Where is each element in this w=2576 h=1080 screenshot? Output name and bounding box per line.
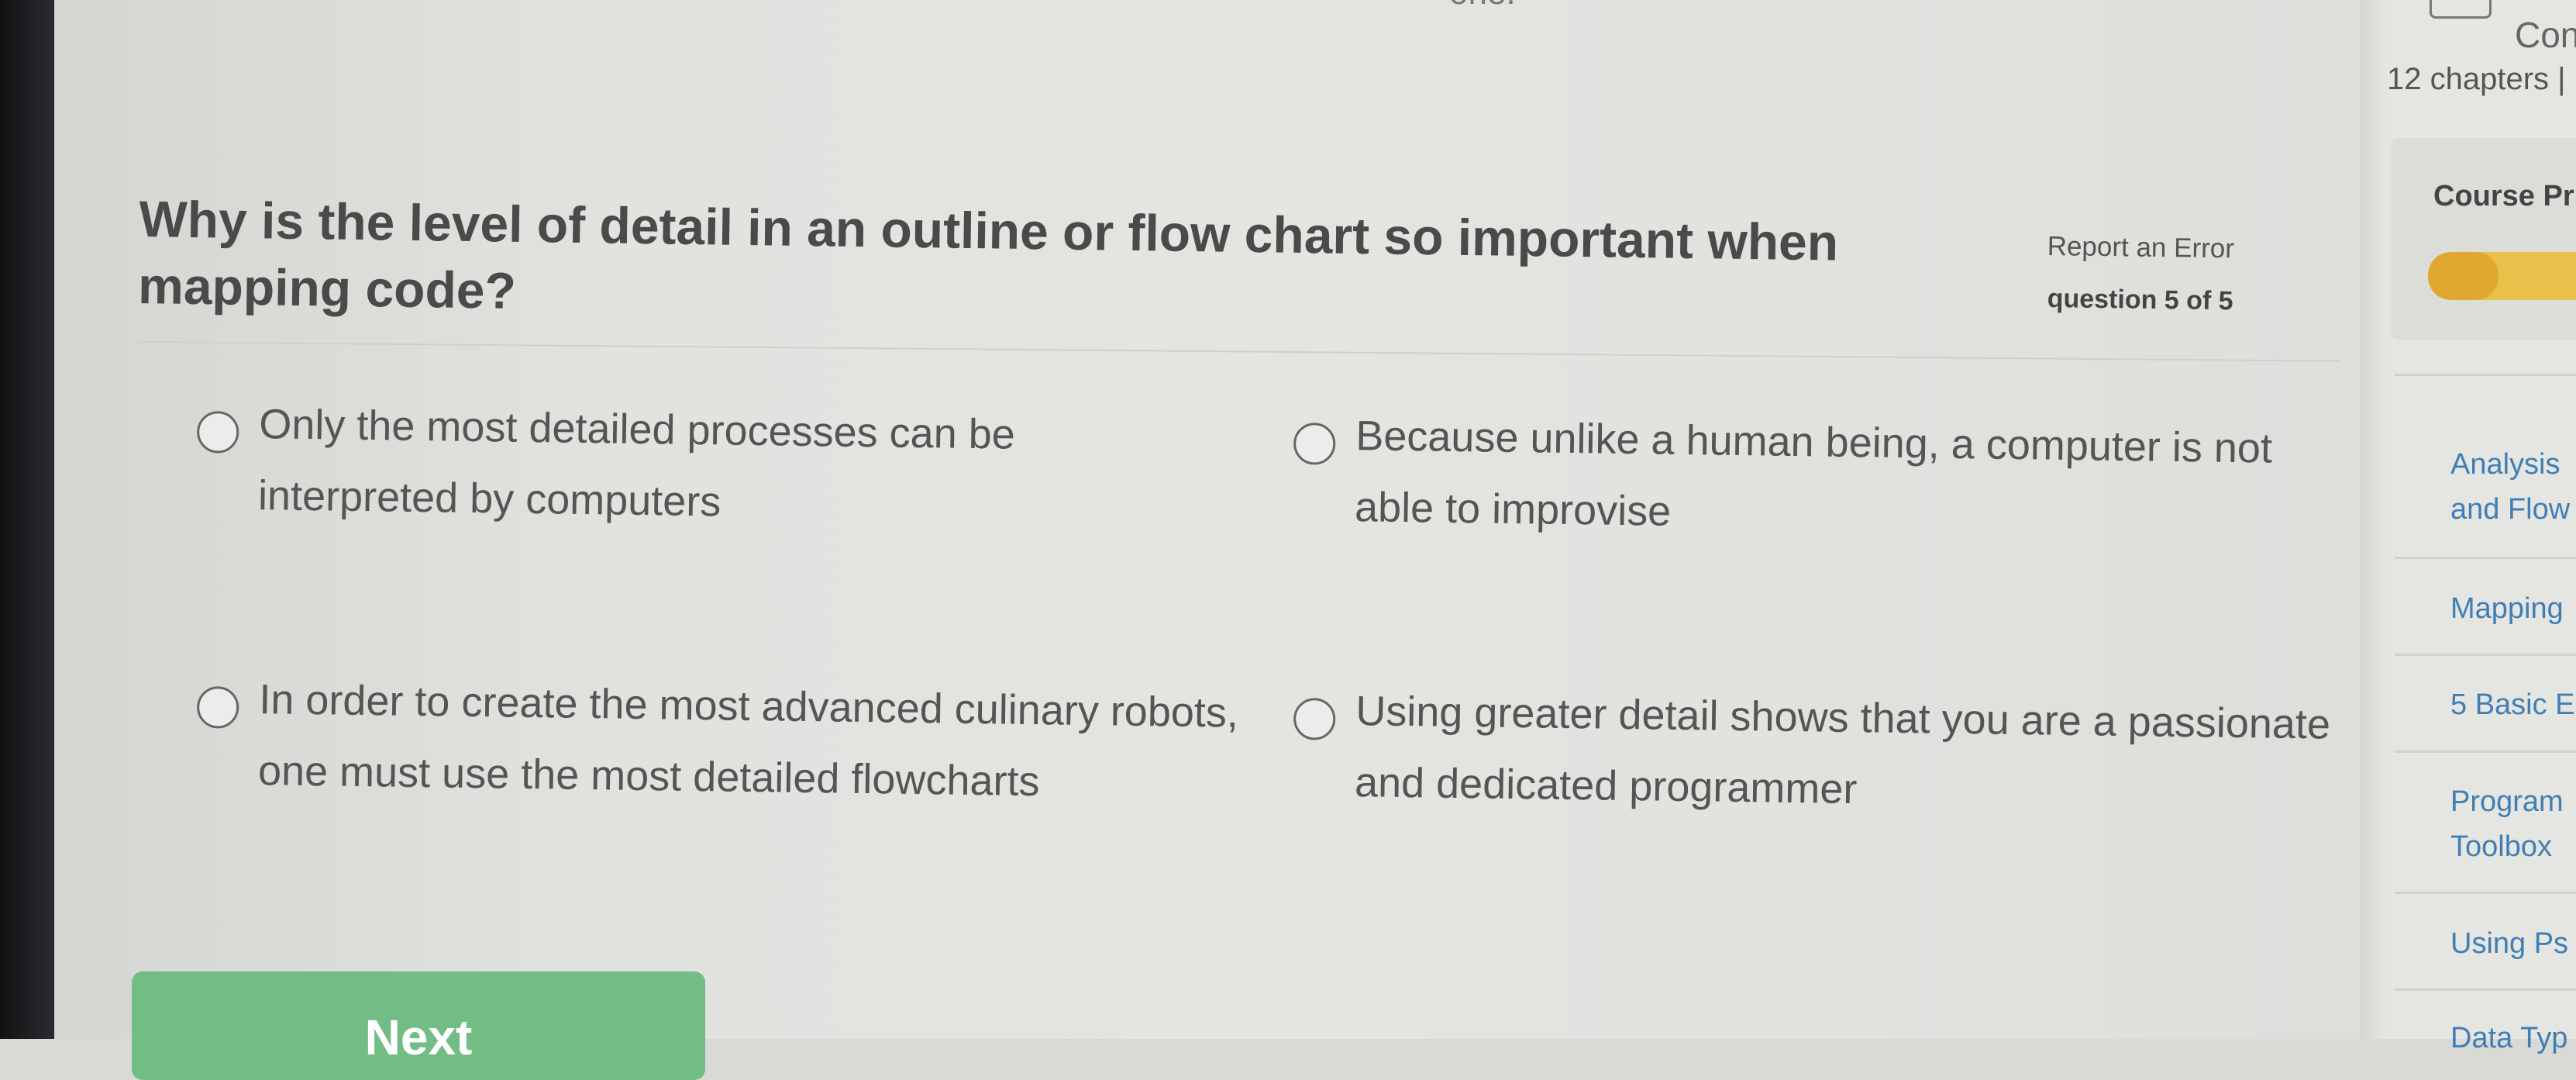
chapter-count: 12 chapters | <box>2387 62 2566 96</box>
sidebar-divider <box>2395 750 2576 753</box>
sidebar-divider <box>2395 374 2576 376</box>
radio-circle-icon[interactable] <box>196 410 239 454</box>
sidebar-item-label: Toolbox <box>2450 830 2552 863</box>
sidebar-item-label: Mapping <box>2450 592 2564 625</box>
answer-option-label: Only the most detailed processes can be … <box>257 401 1016 526</box>
answer-option-4[interactable]: Using greater detail shows that you are … <box>1293 675 2340 813</box>
sidebar-item-5-basic[interactable]: 5 Basic E <box>2450 682 2575 727</box>
quiz-panel: one. Why is the level of detail in an ou… <box>54 0 2360 1080</box>
answer-option-3[interactable]: In order to create the most advanced cul… <box>196 663 1244 805</box>
answer-option-1[interactable]: Only the most detailed processes can be … <box>196 388 1205 525</box>
sidebar-item-label: and Flow <box>2450 493 2571 526</box>
sidebar-divider <box>2395 989 2576 991</box>
radio-circle-icon[interactable] <box>1293 422 1336 465</box>
question-divider <box>139 341 2340 362</box>
sidebar-divider <box>2395 557 2576 559</box>
sidebar-item-program-toolbox[interactable]: Program Toolbox <box>2450 779 2564 869</box>
sidebar-item-analysis[interactable]: Analysis and Flow <box>2450 442 2570 532</box>
course-progress-label: Course Pr <box>2433 180 2574 212</box>
page-text-fragment: one. <box>1449 0 1516 12</box>
sidebar-divider <box>2395 892 2576 894</box>
course-progress-bar <box>2428 252 2576 300</box>
sidebar-shadow <box>2360 0 2387 1039</box>
course-progress-card <box>2391 138 2576 340</box>
next-button[interactable]: Next <box>132 971 705 1080</box>
sidebar-item-using-ps[interactable]: Using Ps <box>2450 921 2568 966</box>
radio-circle-icon[interactable] <box>196 685 239 729</box>
screen-bezel <box>0 0 54 1039</box>
book-icon <box>2430 0 2492 19</box>
course-title[interactable]: Con <box>2515 14 2576 56</box>
answer-option-2[interactable]: Because unlike a human being, a computer… <box>1293 399 2340 535</box>
course-progress-fill <box>2428 252 2499 300</box>
course-sidebar: Con 12 chapters | Course Pr Analysis and… <box>2360 0 2576 1054</box>
sidebar-divider <box>2395 654 2576 656</box>
sidebar-item-label: Program <box>2450 785 2564 818</box>
report-error-link[interactable]: Report an Error <box>2047 231 2234 264</box>
sidebar-item-label: Data Typ <box>2450 1022 2568 1054</box>
sidebar-item-label: Using Ps <box>2450 927 2569 960</box>
answer-option-label: Using greater detail shows that you are … <box>1354 688 2331 813</box>
radio-circle-icon[interactable] <box>1293 697 1336 740</box>
sidebar-item-data-types[interactable]: Data Typ <box>2450 1016 2567 1061</box>
question-counter: question 5 of 5 <box>2047 284 2233 316</box>
answer-option-label: In order to create the most advanced cul… <box>257 676 1239 806</box>
sidebar-item-label: Analysis <box>2450 448 2561 481</box>
sidebar-item-mapping[interactable]: Mapping <box>2450 586 2564 631</box>
answer-option-label: Because unlike a human being, a computer… <box>1354 412 2273 535</box>
sidebar-item-label: 5 Basic E <box>2450 688 2575 721</box>
question-text: Why is the level of detail in an outline… <box>137 189 1839 319</box>
